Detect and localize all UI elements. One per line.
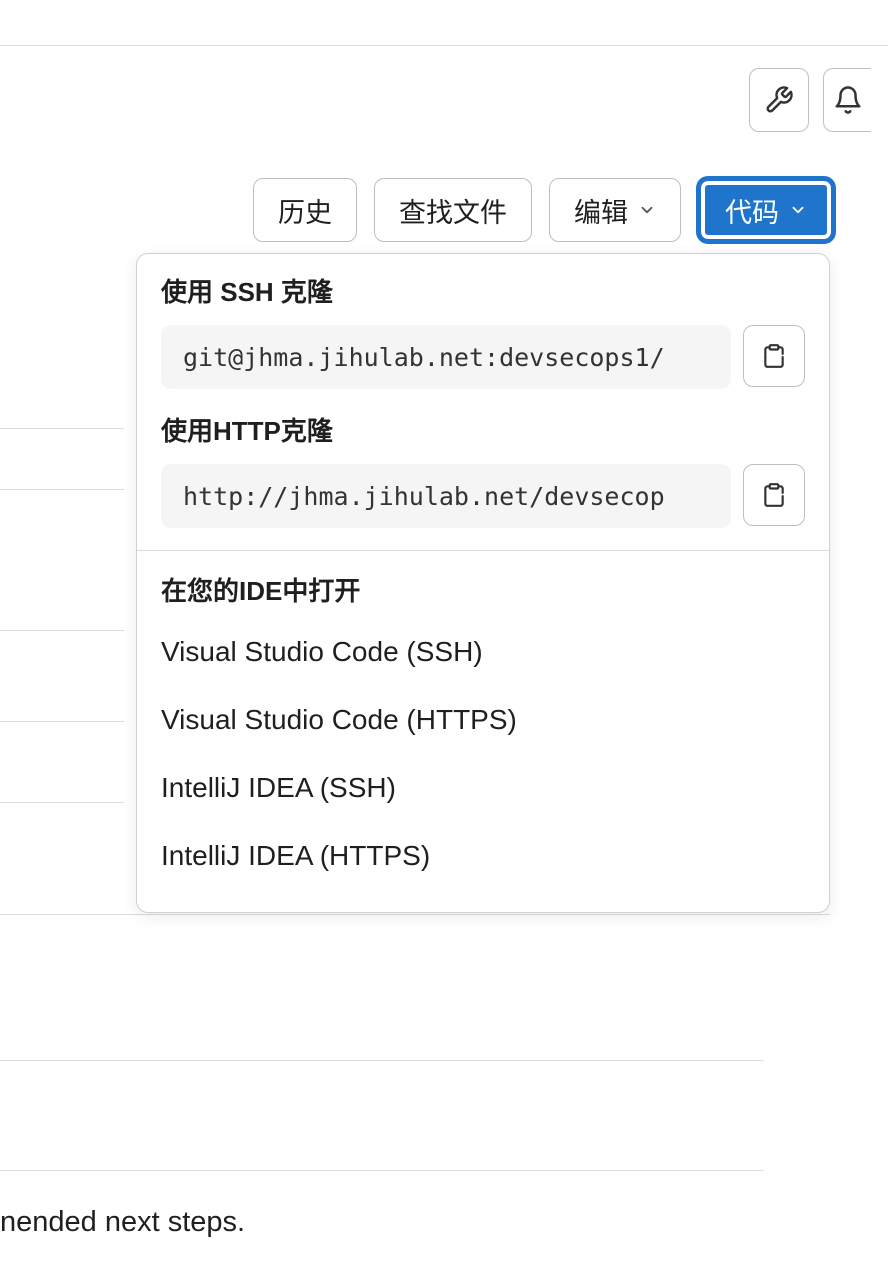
clone-ssh-input[interactable] bbox=[161, 325, 731, 389]
clipboard-icon bbox=[761, 343, 787, 369]
history-button[interactable]: 历史 bbox=[253, 178, 357, 242]
history-label: 历史 bbox=[278, 191, 332, 230]
code-dropdown: 使用 SSH 克隆 使用HTTP克隆 bbox=[136, 253, 830, 913]
clone-http-input[interactable] bbox=[161, 464, 731, 528]
edit-label: 编辑 bbox=[574, 191, 628, 230]
open-in-ide-section: 在您的IDE中打开 Visual Studio Code (SSH) Visua… bbox=[137, 551, 829, 912]
open-in-ide-label: 在您的IDE中打开 bbox=[161, 571, 805, 608]
clone-ssh-label: 使用 SSH 克隆 bbox=[161, 272, 805, 309]
background-line bbox=[0, 1170, 764, 1171]
clone-ssh-section: 使用 SSH 克隆 bbox=[137, 254, 829, 411]
clone-http-section: 使用HTTP克隆 bbox=[137, 411, 829, 550]
copy-ssh-button[interactable] bbox=[743, 325, 805, 387]
ide-item-intellij-ssh[interactable]: IntelliJ IDEA (SSH) bbox=[161, 754, 805, 822]
ide-item-intellij-https[interactable]: IntelliJ IDEA (HTTPS) bbox=[161, 822, 805, 890]
ide-item-vscode-https[interactable]: Visual Studio Code (HTTPS) bbox=[161, 686, 805, 754]
footer-fragment-text: nended next steps. bbox=[0, 1206, 245, 1239]
file-action-row: 历史 查找文件 编辑 代码 bbox=[0, 132, 888, 242]
background-line bbox=[0, 1060, 764, 1061]
top-border bbox=[0, 0, 888, 46]
bell-icon bbox=[833, 85, 863, 115]
ide-item-vscode-ssh[interactable]: Visual Studio Code (SSH) bbox=[161, 618, 805, 686]
background-table-lines bbox=[0, 280, 124, 803]
find-file-label: 查找文件 bbox=[399, 191, 507, 230]
clipboard-icon bbox=[761, 482, 787, 508]
clone-http-label: 使用HTTP克隆 bbox=[161, 411, 805, 448]
wrench-icon bbox=[764, 85, 794, 115]
edit-button[interactable]: 编辑 bbox=[549, 178, 681, 242]
clone-ssh-row bbox=[161, 325, 805, 389]
top-action-row bbox=[0, 46, 888, 132]
clone-http-row bbox=[161, 464, 805, 528]
chevron-down-icon bbox=[789, 201, 807, 219]
settings-button[interactable] bbox=[749, 68, 809, 132]
find-file-button[interactable]: 查找文件 bbox=[374, 178, 532, 242]
background-line bbox=[0, 914, 830, 915]
notifications-button[interactable] bbox=[823, 68, 871, 132]
chevron-down-icon bbox=[638, 201, 656, 219]
copy-http-button[interactable] bbox=[743, 464, 805, 526]
code-label: 代码 bbox=[725, 191, 779, 230]
code-button[interactable]: 代码 bbox=[698, 178, 834, 242]
